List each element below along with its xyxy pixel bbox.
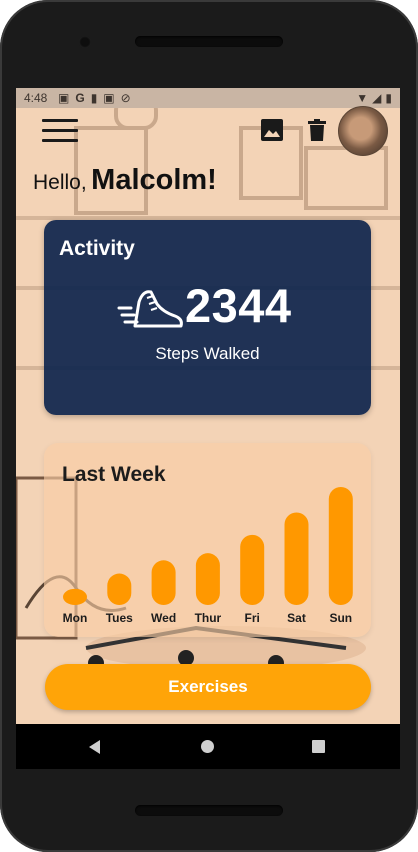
no-sync-icon: ⊘ <box>120 91 131 105</box>
last-week-chart: Mon Tues Wed Thur Fri Sat Sun <box>63 487 353 625</box>
recents-icon[interactable] <box>312 740 325 753</box>
image-icon[interactable] <box>260 118 284 142</box>
back-icon[interactable] <box>89 740 100 754</box>
running-shoe-icon <box>117 290 183 328</box>
image-icon: ▣ <box>58 91 70 105</box>
chart-bar-thur <box>195 553 220 605</box>
steps-label: Steps Walked <box>155 344 260 363</box>
battery-icon: ▮ <box>385 91 392 105</box>
greeting-user-name: Malcolm! <box>91 164 217 196</box>
status-bar: 4:48 ▣ G ▮ ▣ ⊘ ▼ ◢ ▮ <box>16 88 400 108</box>
day-label-sat: Sat <box>287 611 306 625</box>
day-label-thur: Thur <box>195 611 222 625</box>
home-icon[interactable] <box>201 740 214 753</box>
day-label-wed: Wed <box>151 611 176 625</box>
activity-card: Activity 2344 Steps Walked <box>44 220 371 415</box>
chart-bar-tues <box>107 573 132 605</box>
system-icons: ▼ ◢ ▮ <box>356 90 392 106</box>
chart-bar-sat <box>284 512 309 605</box>
activity-title: Activity <box>59 237 135 260</box>
wifi-icon: ▼ <box>356 91 369 105</box>
status-time: 4:48 <box>24 91 48 105</box>
google-icon: G <box>75 91 85 105</box>
menu-icon[interactable] <box>42 117 78 143</box>
day-label-tues: Tues <box>106 611 133 625</box>
gallery-icon: ▣ <box>103 91 115 105</box>
sd-card-icon: ▮ <box>90 91 98 105</box>
chart-bar-wed <box>151 560 176 605</box>
day-label-mon: Mon <box>63 611 88 625</box>
day-label-fri: Fri <box>245 611 260 625</box>
bottom-speaker <box>135 805 283 816</box>
last-week-card: Last Week Mon Tues Wed Thur Fri Sat Sun <box>44 443 371 637</box>
earpiece-speaker <box>135 36 283 47</box>
chart-bar-sun <box>328 487 353 605</box>
steps-count: 2344 <box>185 279 292 332</box>
signal-icon: ◢ <box>372 91 382 105</box>
trash-icon[interactable] <box>305 118 329 142</box>
avatar[interactable] <box>338 106 388 156</box>
greeting-hello: Hello, <box>33 171 87 194</box>
exercises-button[interactable]: Exercises <box>45 664 371 710</box>
chart-bar-mon <box>63 588 87 605</box>
chart-bar-fri <box>240 534 265 605</box>
front-camera <box>79 36 91 48</box>
app-screen: 4:48 ▣ G ▮ ▣ ⊘ ▼ ◢ ▮ Hello, Malcolm! Act… <box>16 88 400 769</box>
navigation-bar <box>16 724 400 769</box>
phone-frame: 4:48 ▣ G ▮ ▣ ⊘ ▼ ◢ ▮ Hello, Malcolm! Act… <box>0 0 418 852</box>
notification-icons: ▣ G ▮ ▣ ⊘ <box>58 90 131 106</box>
greeting: Hello, Malcolm! <box>33 164 217 197</box>
day-label-sun: Sun <box>329 611 352 625</box>
